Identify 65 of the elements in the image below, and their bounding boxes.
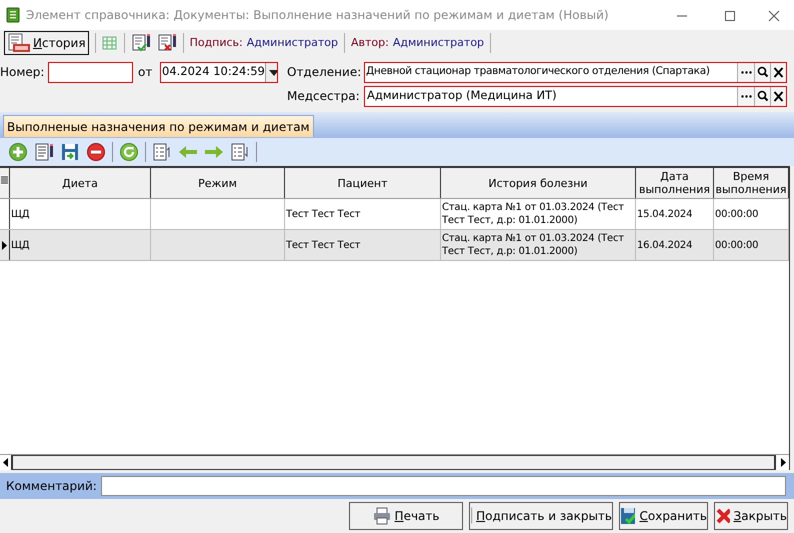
list-up-icon[interactable] — [152, 142, 172, 162]
number-label: Номер: — [0, 64, 46, 81]
history-button[interactable]: История — [4, 31, 89, 55]
column-header[interactable]: Пациент — [285, 168, 441, 198]
ellipsis-icon[interactable] — [737, 86, 754, 106]
document-delete-icon[interactable] — [156, 33, 177, 53]
add-icon[interactable] — [8, 142, 28, 162]
column-header[interactable]: История болезни — [441, 168, 636, 198]
search-icon[interactable] — [754, 62, 770, 82]
table-cell: ЩД — [11, 238, 30, 252]
author-label: Автор: — [350, 34, 389, 51]
department-field[interactable]: Дневной стационар травматологического отделения (Спартака) — [364, 62, 787, 82]
column-header[interactable]: Время выполнения — [714, 168, 789, 198]
clear-icon[interactable] — [770, 62, 786, 82]
column-header[interactable]: Режим — [151, 168, 285, 198]
table-row[interactable]: ЩД Тест Тест Тест Стац. карта №1 от 01.03.2024 (Тест Тест Тест, д.р: 01.01.2000) 15.04.2024 00:00:00 — [0, 199, 789, 230]
table-cell: 15.04.2024 — [637, 208, 692, 220]
list-down-icon[interactable] — [230, 142, 250, 162]
save-button[interactable]: Сохранить — [619, 502, 708, 530]
date-field[interactable]: 04.2024 10:24:59 — [160, 62, 278, 82]
dropdown-icon[interactable] — [264, 62, 277, 82]
printer-icon — [372, 507, 391, 525]
column-chooser-icon[interactable] — [1, 176, 8, 185]
tab[interactable]: Выполненые назначения по режимам и диетам — [3, 115, 314, 137]
maximize-icon[interactable] — [724, 10, 736, 22]
sign-button[interactable]: Подписать и закрыть — [469, 502, 613, 530]
table-cell: Тест Тест Тест — [286, 208, 360, 220]
refresh-icon[interactable] — [119, 142, 139, 162]
save-icon — [620, 507, 636, 525]
table-cell: Тест Тест Тест — [286, 238, 360, 252]
close-icon — [715, 507, 730, 525]
ellipsis-icon[interactable] — [737, 62, 754, 82]
sign-label: Подпись: — [190, 34, 243, 51]
save-icon[interactable] — [60, 142, 80, 162]
close-icon[interactable] — [768, 10, 780, 22]
column-header[interactable]: Дата выполнения — [636, 168, 714, 198]
sign-value: Администратор — [246, 34, 338, 51]
edit-document-icon[interactable] — [34, 142, 54, 162]
scroll-left-icon[interactable] — [0, 455, 12, 470]
remove-icon[interactable] — [86, 142, 106, 162]
comment-field[interactable] — [100, 476, 786, 496]
number-field[interactable] — [48, 62, 133, 82]
window-title: Элемент справочника: Документы: Выполнение назначений по режимам и диетам (Новый) — [26, 7, 609, 24]
table-cell: 00:00:00 — [715, 238, 758, 252]
print-button[interactable]: Печать — [349, 502, 463, 530]
scroll-right-icon[interactable] — [775, 455, 789, 470]
table-cell-text: Стац. карта №1 от 01.03.2024 (Тест Тест Тест, д.р: 01.01.2000) — [442, 201, 625, 227]
table-cell: 16.04.2024 — [637, 238, 692, 252]
clear-icon[interactable] — [770, 86, 786, 106]
comment-label: Комментарий: — [6, 478, 97, 495]
search-icon[interactable] — [754, 86, 770, 106]
column-header[interactable]: Диета — [10, 168, 151, 198]
log-icon — [7, 33, 31, 53]
date-label: от — [138, 64, 154, 81]
nurse-label: Медсестра: — [287, 88, 361, 105]
current-row-icon — [2, 240, 7, 250]
close-button[interactable]: Закрыть — [714, 502, 788, 530]
department-label: Отделение: — [287, 64, 362, 81]
nurse-field[interactable]: Администратор (Медицина ИТ) — [364, 86, 787, 106]
table-cell: 00:00:00 — [715, 208, 758, 220]
author-value: Администратор — [392, 34, 484, 51]
table-cell-text: Стац. карта №1 от 01.03.2024 (Тест Тест Тест, д.р: 01.01.2000) — [442, 232, 625, 258]
table-cell: ЩД — [11, 208, 30, 220]
app-icon — [6, 7, 20, 23]
table-row[interactable]: ЩД Тест Тест Тест Стац. карта №1 от 01.03.2024 (Тест Тест Тест, д.р: 01.01.2000) 16.04.2024 00:00:00 — [0, 230, 789, 261]
